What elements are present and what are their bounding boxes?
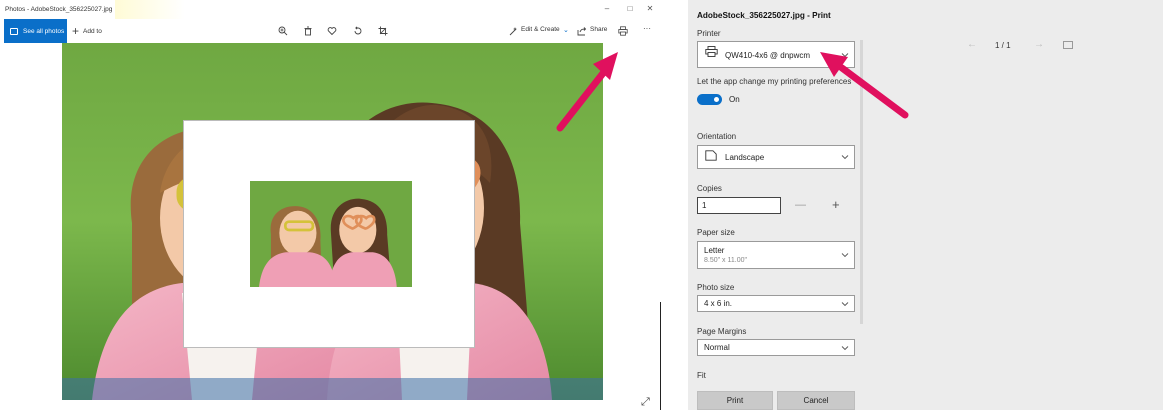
orientation-value: Landscape — [725, 153, 765, 162]
printer-icon — [705, 46, 718, 57]
chevron-down-icon — [841, 300, 849, 308]
printer-select[interactable]: QW410-4x6 @ dnpwcm — [697, 41, 855, 68]
edit-create-icon — [508, 25, 520, 37]
close-button[interactable]: ✕ — [644, 4, 656, 13]
copies-decrease-button[interactable]: — — [795, 199, 806, 211]
landscape-icon — [705, 150, 717, 161]
orientation-select[interactable]: Landscape — [697, 145, 855, 169]
zoom-in-icon[interactable] — [277, 25, 289, 37]
print-dialog: AdobeStock_356225027.jpg - Print Printer… — [688, 0, 1163, 410]
app-pref-toggle-state: On — [729, 95, 740, 104]
copies-label: Copies — [697, 184, 722, 193]
see-all-photos-label: See all photos — [23, 27, 65, 35]
paper-size-label: Paper size — [697, 228, 735, 237]
title-bar: Photos - AdobeStock_356225027.jpg – □ ✕ — [0, 0, 662, 19]
paper-size-value: Letter — [704, 246, 725, 255]
window-title: Photos - AdobeStock_356225027.jpg — [5, 6, 113, 13]
delete-icon[interactable] — [302, 25, 314, 37]
print-icon[interactable] — [617, 25, 629, 37]
orientation-label: Orientation — [697, 132, 737, 141]
app-pref-label: Let the app change my printing preferenc… — [697, 77, 852, 86]
cancel-button[interactable]: Cancel — [777, 391, 855, 410]
edit-create-button[interactable]: Edit & Create — [521, 26, 560, 33]
chevron-down-icon — [841, 251, 849, 259]
paper-size-select[interactable]: Letter 8.50" x 11.00" — [697, 241, 855, 269]
page-margins-value: Normal — [704, 343, 730, 352]
photos-toolbar: See all photos + Add to Edit & Create ⌄ … — [0, 19, 662, 43]
add-to-label: Add to — [83, 27, 102, 35]
rotate-icon[interactable] — [352, 25, 364, 37]
scroll-indicator — [660, 302, 661, 410]
add-to-button[interactable]: + Add to — [72, 19, 102, 43]
print-button[interactable]: Print — [697, 391, 773, 410]
plus-icon: + — [72, 24, 80, 38]
chevron-down-icon — [841, 153, 849, 161]
copies-increase-button[interactable]: + — [832, 197, 840, 212]
fit-label: Fit — [697, 371, 706, 380]
preview-nav: ← 1 / 1 → — [869, 36, 1163, 56]
printer-label: Printer — [697, 29, 721, 38]
photo-size-label: Photo size — [697, 283, 735, 292]
maximize-button[interactable]: □ — [624, 4, 636, 13]
minimize-button[interactable]: – — [601, 4, 613, 13]
printer-value: QW410-4x6 @ dnpwcm — [725, 51, 811, 60]
expand-icon[interactable]: ⤢ — [641, 396, 650, 409]
paper-size-detail: 8.50" x 11.00" — [704, 257, 747, 264]
gallery-icon — [10, 27, 18, 35]
page-counter: 1 / 1 — [995, 41, 1011, 50]
preview-thumbnail — [250, 181, 412, 287]
more-options-button[interactable]: ··· — [643, 24, 651, 33]
chevron-down-icon — [841, 344, 849, 352]
share-button[interactable]: Share — [590, 26, 607, 33]
crop-icon[interactable] — [377, 25, 389, 37]
copies-input[interactable]: 1 — [697, 197, 781, 214]
app-pref-toggle[interactable] — [697, 94, 722, 105]
see-all-photos-button[interactable]: See all photos — [4, 19, 67, 43]
previous-page-button[interactable]: ← — [967, 39, 977, 50]
page-margins-select[interactable]: Normal — [697, 339, 855, 356]
page-margins-label: Page Margins — [697, 327, 747, 336]
print-dialog-title: AdobeStock_356225027.jpg - Print — [697, 11, 831, 20]
fit-page-icon[interactable] — [1063, 41, 1073, 49]
next-page-button[interactable]: → — [1034, 39, 1044, 50]
chevron-down-icon: ⌄ — [563, 27, 569, 34]
share-icon — [576, 25, 588, 37]
chevron-down-icon — [841, 51, 849, 59]
panel-divider[interactable] — [860, 40, 863, 324]
photo-size-select[interactable]: 4 x 6 in. — [697, 295, 855, 312]
print-preview-area — [869, 58, 1163, 410]
photo-size-value: 4 x 6 in. — [704, 299, 733, 308]
heart-icon[interactable] — [326, 25, 338, 37]
